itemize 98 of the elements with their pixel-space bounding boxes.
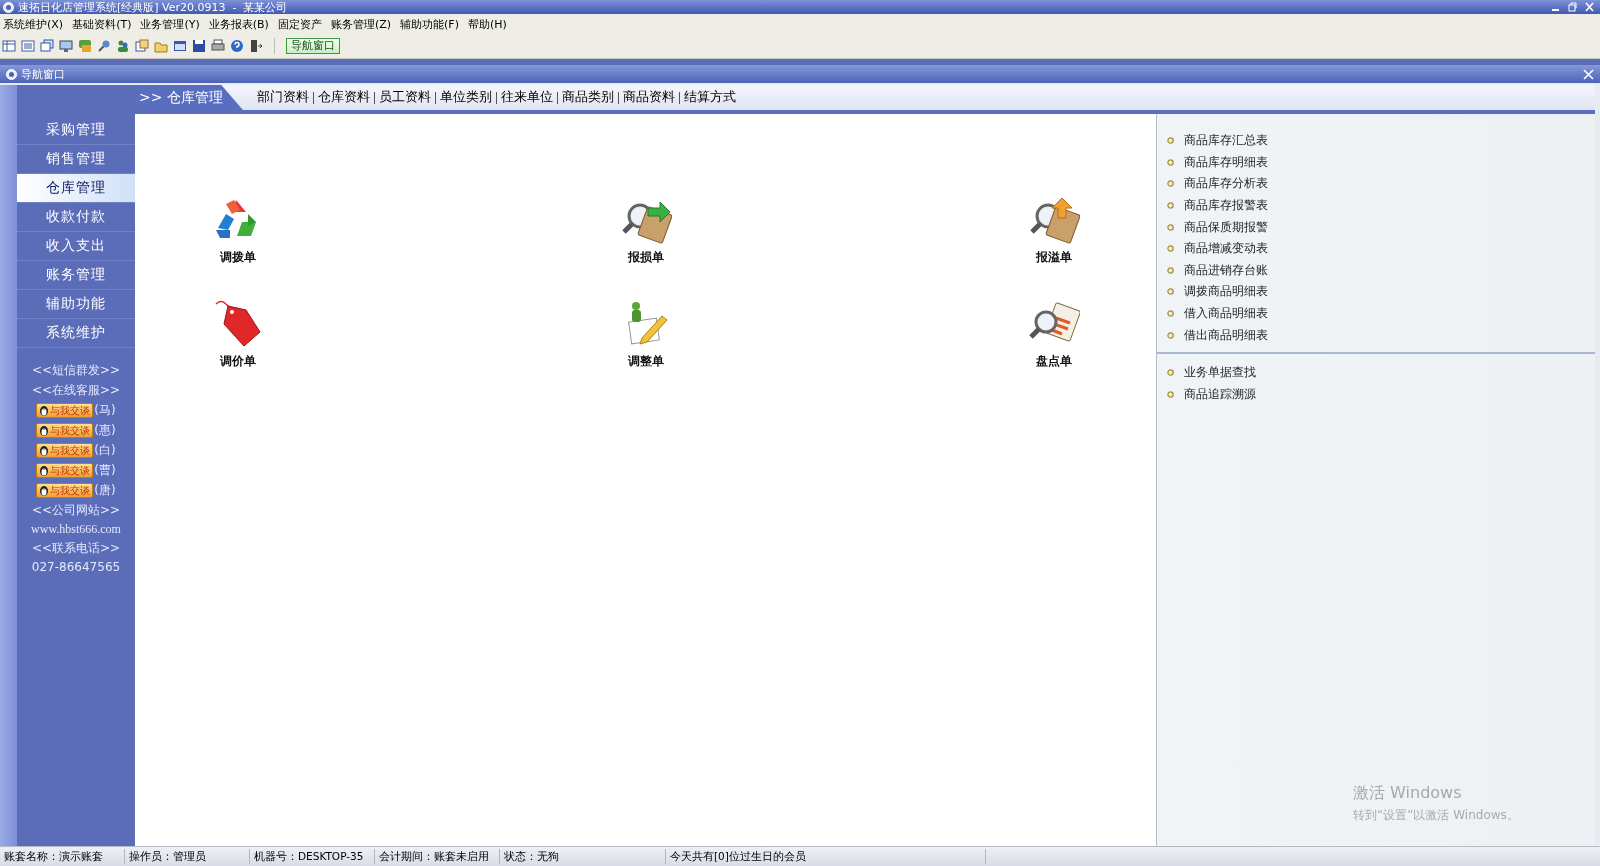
sidebar-link[interactable]: <<短信群发>> (31, 362, 121, 379)
website-link[interactable]: www.hbst666.com (31, 522, 121, 537)
bullet-icon (1167, 310, 1174, 318)
menu-item[interactable]: 固定资产 (277, 16, 322, 32)
chat-icon[interactable] (78, 39, 92, 53)
menu-item[interactable]: 系统维护(X) (3, 16, 64, 32)
bullet-icon (1167, 266, 1174, 274)
document-button[interactable]: 报溢单 (991, 194, 1116, 298)
monitor-icon[interactable] (59, 39, 73, 53)
report-link[interactable]: 商品库存明细表 (1184, 153, 1268, 171)
contact-name: (马) (94, 402, 116, 419)
status-text: 今天共有[0]位过生日的会员 (666, 849, 986, 864)
header-link[interactable]: 结算方式 (683, 89, 736, 106)
app-icon (3, 1, 14, 13)
report-link[interactable]: 商品保质期报警 (1184, 218, 1268, 236)
status-text: 操作员：管理员 (125, 849, 250, 864)
bullet-icon (1167, 288, 1174, 296)
document-button[interactable]: 调拨单 (175, 194, 300, 298)
header-link[interactable]: 单位类别 (439, 89, 492, 106)
status-text: 状态：无狗 (500, 849, 666, 864)
bullet-icon (1167, 158, 1174, 166)
menu-item[interactable]: 基础资料(T) (72, 16, 132, 32)
menu-item[interactable]: 账务管理(Z) (330, 16, 391, 32)
penguin-icon (39, 485, 50, 496)
sidebar-link[interactable]: <<公司网站>> (31, 502, 121, 519)
bullet-icon (1167, 331, 1174, 339)
list-icon[interactable] (21, 39, 35, 53)
report-link[interactable]: 借出商品明细表 (1184, 326, 1268, 344)
report-link[interactable]: 商品追踪溯源 (1184, 385, 1256, 403)
header-link[interactable]: 商品类别 (561, 89, 614, 106)
contact-name: (曹) (94, 462, 116, 479)
folder-icon[interactable] (154, 39, 168, 53)
header-link[interactable]: 仓库资料 (317, 89, 370, 106)
penguin-icon (39, 425, 50, 436)
sidebar-link[interactable]: <<在线客服>> (31, 382, 121, 399)
windows-icon[interactable] (40, 39, 54, 53)
bullet-icon (1167, 223, 1174, 231)
contact-name: (惠) (94, 422, 116, 439)
grid-icon[interactable] (2, 39, 16, 53)
bullet-icon (1167, 369, 1174, 377)
contact-name: (唐) (94, 482, 116, 499)
report-link[interactable]: 商品库存报警表 (1184, 197, 1268, 215)
panel-title: 导航窗口 (21, 66, 65, 82)
bullet-icon (1167, 137, 1174, 145)
help-icon[interactable] (230, 39, 244, 53)
save-icon[interactable] (192, 39, 206, 53)
menu-item[interactable]: 帮助(H) (467, 16, 507, 32)
activation-hint: 转到“设置”以激活 Windows。 (1353, 807, 1519, 824)
document-button[interactable]: 调整单 (583, 298, 708, 402)
bullet-icon (1167, 202, 1174, 210)
chat-button[interactable]: 与我交谈 (36, 483, 94, 498)
penguin-icon (39, 445, 50, 456)
header-link[interactable]: 商品资料 (622, 89, 675, 106)
report-link[interactable]: 借入商品明细表 (1184, 305, 1268, 323)
bullet-icon (1167, 180, 1174, 188)
document-button[interactable]: 报损单 (583, 194, 708, 298)
menu-item[interactable]: 业务报表(B) (208, 16, 269, 32)
close-icon[interactable] (1583, 68, 1594, 80)
contact-name: (白) (94, 442, 116, 459)
status-text: 机器号：DESKTOP-35 (250, 849, 375, 864)
status-text: 账套名称：演示账套 (0, 849, 125, 864)
people-icon[interactable] (116, 39, 130, 53)
window-icon[interactable] (173, 39, 187, 53)
nav-window-button[interactable]: 导航窗口 (286, 38, 340, 54)
chat-button[interactable]: 与我交谈 (36, 423, 94, 438)
section-tab[interactable]: >> 仓库管理 (135, 85, 243, 110)
exit-icon[interactable] (249, 39, 263, 53)
window-title: 速拓日化店管理系统[经典版] Ver20.0913 - 某某公司 (18, 0, 288, 15)
report-link[interactable]: 商品增减变动表 (1184, 240, 1268, 258)
app-icon (6, 68, 17, 80)
sidebar-item[interactable]: 仓库管理 (17, 174, 135, 203)
chat-button[interactable]: 与我交谈 (36, 463, 94, 478)
close-icon[interactable] (1585, 2, 1594, 12)
phone-number: 027-86647565 (31, 560, 121, 574)
document-button[interactable]: 盘点单 (991, 298, 1116, 402)
chat-button[interactable]: 与我交谈 (36, 443, 94, 458)
chat-button[interactable]: 与我交谈 (36, 403, 94, 418)
header-link[interactable]: 员工资料 (378, 89, 431, 106)
penguin-icon (39, 465, 50, 476)
document-button[interactable]: 调价单 (175, 298, 300, 402)
bullet-icon (1167, 245, 1174, 253)
menu-item[interactable]: 辅助功能(F) (400, 16, 459, 32)
status-text: 会计期间：账套未启用 (375, 849, 500, 864)
header-link[interactable]: 部门资料 (256, 89, 309, 106)
cards-icon[interactable] (135, 39, 149, 53)
bullet-icon (1167, 390, 1174, 398)
report-link[interactable]: 商品库存汇总表 (1184, 132, 1268, 150)
activation-title: 激活 Windows (1353, 783, 1463, 804)
menu-item[interactable]: 业务管理(Y) (140, 16, 200, 32)
restore-icon[interactable] (1568, 2, 1577, 12)
print-icon[interactable] (211, 39, 225, 53)
report-link[interactable]: 调拨商品明细表 (1184, 283, 1268, 301)
report-link[interactable]: 商品库存分析表 (1184, 175, 1268, 193)
report-link[interactable]: 业务单据查找 (1184, 364, 1256, 382)
report-link[interactable]: 商品进销存台账 (1184, 261, 1268, 279)
sidebar-link[interactable]: <<联系电话>> (31, 540, 121, 557)
header-link[interactable]: 往来单位 (500, 89, 553, 106)
penguin-icon (39, 405, 50, 416)
